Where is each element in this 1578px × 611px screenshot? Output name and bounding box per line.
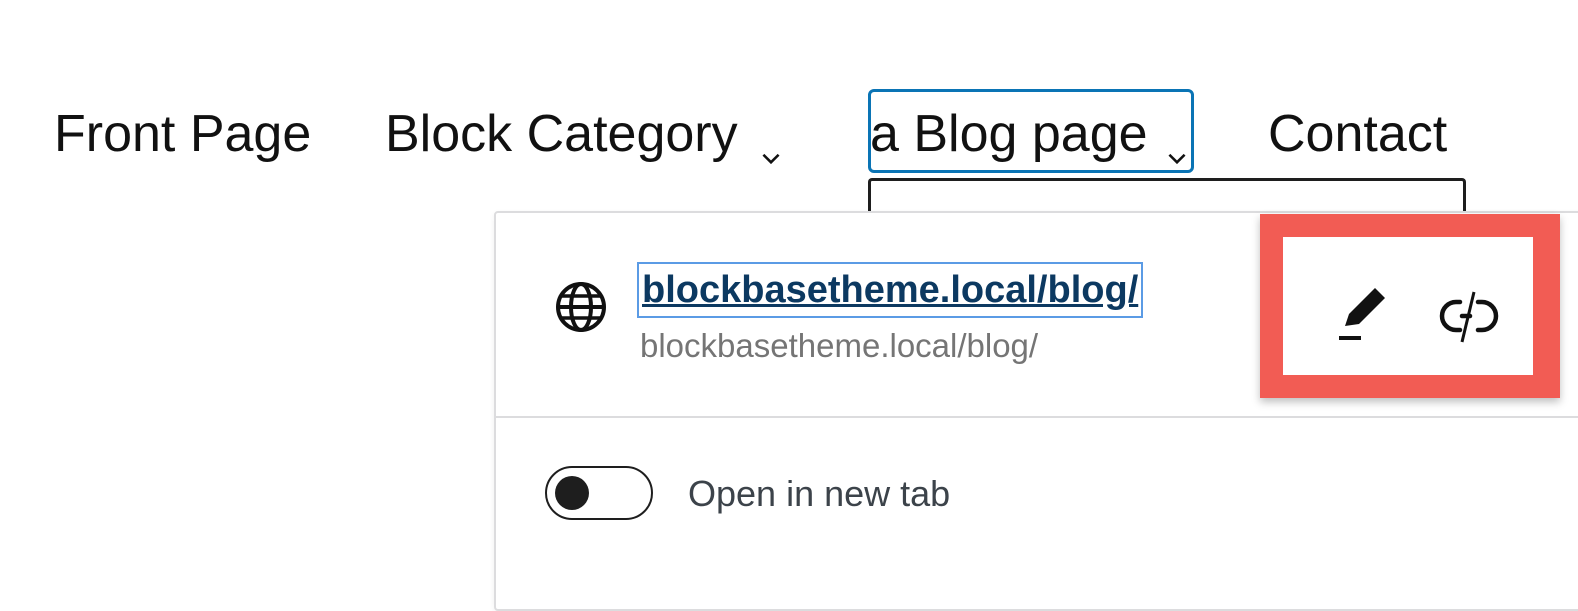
unlink-button[interactable] [1436,284,1502,350]
chevron-down-icon[interactable] [758,124,784,165]
globe-icon [554,280,608,334]
chevron-down-icon[interactable] [1164,124,1190,165]
open-in-new-tab-label: Open in new tab [688,473,951,514]
nav-item-label: a Blog page [870,105,1148,163]
nav-item-label: Front Page [54,105,312,163]
edit-link-button[interactable] [1331,282,1395,346]
nav-item-blog-page[interactable]: a Blog page [870,104,1190,165]
divider [496,416,1578,418]
open-in-new-tab-toggle[interactable] [545,466,653,520]
link-preview-title[interactable]: blockbasetheme.local/blog/ [637,262,1144,318]
nav-item-block-category[interactable]: Block Category [385,104,784,165]
nav-item-contact[interactable]: Contact [1268,104,1447,164]
toggle-knob [555,476,589,510]
link-off-icon [1436,284,1502,350]
nav-item-label: Block Category [385,105,738,163]
link-preview-url: blockbasetheme.local/blog/ [640,327,1039,364]
pencil-icon [1331,282,1395,346]
nav-item-label: Contact [1268,105,1448,163]
nav-item-front-page[interactable]: Front Page [54,104,311,164]
